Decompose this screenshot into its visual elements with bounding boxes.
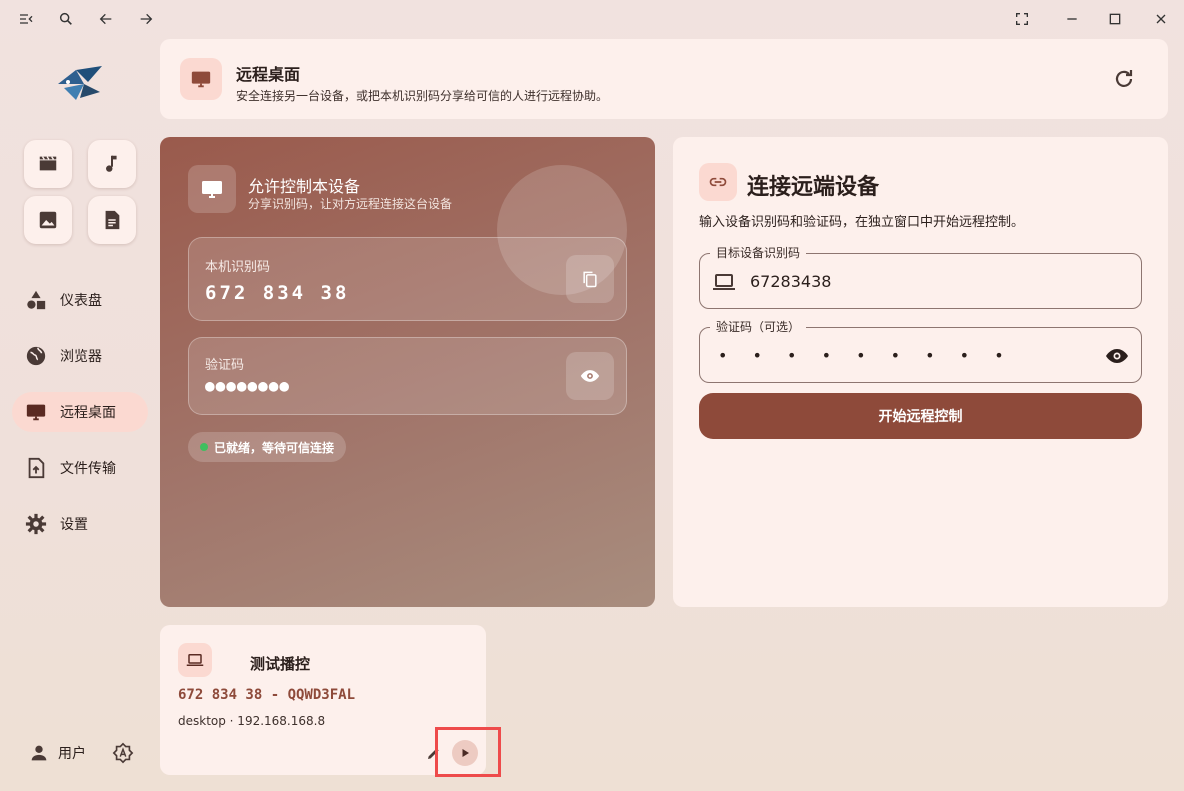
sidebar-item-label: 文件传输 bbox=[60, 461, 116, 477]
eye-icon[interactable] bbox=[1105, 344, 1129, 368]
highlight-box bbox=[435, 727, 501, 777]
globe-icon bbox=[26, 346, 46, 366]
status-text: 已就绪，等待可信连接 bbox=[214, 440, 335, 455]
monitor-icon bbox=[26, 404, 46, 421]
verify-code-label: 验证码（可选） bbox=[710, 319, 807, 335]
eye-icon bbox=[580, 370, 600, 382]
start-remote-control-button[interactable]: 开始远程控制 bbox=[699, 393, 1142, 439]
image-icon bbox=[39, 211, 57, 229]
device-meta: desktop · 192.168.168.8 bbox=[178, 714, 326, 728]
target-id-field[interactable]: 目标设备识别码 bbox=[699, 245, 1142, 309]
quick-music-button[interactable] bbox=[88, 140, 136, 188]
menu-collapse-icon[interactable] bbox=[14, 8, 38, 30]
refresh-icon[interactable] bbox=[1112, 67, 1136, 91]
connect-icon-box bbox=[699, 163, 737, 201]
sidebar: 仪表盘 浏览器 远程桌面 文件传输 设置 用户 bbox=[0, 38, 160, 791]
sidebar-item-label: 浏览器 bbox=[60, 349, 102, 365]
header-icon-box bbox=[180, 58, 222, 100]
local-id-value: 672 834 38 bbox=[205, 282, 350, 304]
quick-image-button[interactable] bbox=[24, 196, 72, 244]
file-upload-icon bbox=[28, 457, 45, 479]
allow-control-card: 允许控制本设备 分享识别码，让对方远程连接这台设备 本机识别码 672 834 … bbox=[160, 137, 655, 607]
status-dot bbox=[200, 443, 208, 451]
search-icon[interactable] bbox=[54, 8, 78, 30]
sidebar-item-remote-desktop[interactable]: 远程桌面 bbox=[12, 392, 148, 432]
connect-remote-card: 连接远端设备 输入设备识别码和验证码，在独立窗口中开始远程控制。 目标设备识别码… bbox=[673, 137, 1168, 607]
document-icon bbox=[105, 210, 120, 230]
title-bar bbox=[0, 0, 1184, 38]
monitor-icon bbox=[202, 181, 222, 198]
show-code-button[interactable] bbox=[566, 352, 614, 400]
local-id-label: 本机识别码 bbox=[205, 260, 271, 275]
minimize-icon[interactable] bbox=[1060, 8, 1084, 30]
local-code-field: 验证码 ●●●●●●●● bbox=[188, 337, 627, 415]
laptop-icon bbox=[186, 654, 204, 666]
device-code: 672 834 38 - QQWD3FAL bbox=[178, 687, 356, 703]
sidebar-item-label: 远程桌面 bbox=[60, 405, 116, 421]
link-icon bbox=[709, 177, 727, 187]
status-badge: 已就绪，等待可信连接 bbox=[188, 432, 347, 462]
video-icon bbox=[39, 156, 57, 171]
user-label: 用户 bbox=[58, 746, 86, 762]
sidebar-item-settings[interactable]: 设置 bbox=[12, 504, 148, 544]
device-icon-box bbox=[178, 643, 212, 677]
quick-video-button[interactable] bbox=[24, 140, 72, 188]
brightness-auto-icon bbox=[112, 742, 134, 764]
page-title: 远程桌面 bbox=[236, 65, 301, 84]
local-code-label: 验证码 bbox=[205, 358, 245, 373]
copy-icon bbox=[583, 271, 597, 288]
page-header: 远程桌面 安全连接另一台设备，或把本机识别码分享给可信的人进行远程协助。 bbox=[160, 39, 1168, 119]
close-icon[interactable] bbox=[1149, 8, 1173, 30]
local-code-value: ●●●●●●●● bbox=[205, 376, 291, 395]
sidebar-item-dashboard[interactable]: 仪表盘 bbox=[12, 280, 148, 320]
device-name: 测试播控 bbox=[250, 655, 311, 673]
sidebar-item-label: 设置 bbox=[60, 517, 88, 533]
connect-subtitle: 输入设备识别码和验证码，在独立窗口中开始远程控制。 bbox=[699, 215, 1025, 230]
user-button[interactable]: 用户 bbox=[28, 742, 86, 764]
person-icon bbox=[31, 745, 47, 761]
maximize-icon[interactable] bbox=[1103, 8, 1127, 30]
back-arrow-icon[interactable] bbox=[94, 8, 118, 30]
fullscreen-icon[interactable] bbox=[1010, 8, 1034, 30]
page-subtitle: 安全连接另一台设备，或把本机识别码分享给可信的人进行远程协助。 bbox=[236, 89, 609, 103]
allow-subtitle: 分享识别码，让对方远程连接这台设备 bbox=[248, 197, 453, 211]
app-logo bbox=[54, 62, 106, 104]
copy-button[interactable] bbox=[566, 255, 614, 303]
local-id-field: 本机识别码 672 834 38 bbox=[188, 237, 627, 321]
music-icon bbox=[106, 155, 117, 172]
target-id-input[interactable] bbox=[750, 254, 1090, 308]
sidebar-item-file-transfer[interactable]: 文件传输 bbox=[12, 448, 148, 488]
allow-title: 允许控制本设备 bbox=[248, 177, 361, 196]
sidebar-item-browser[interactable]: 浏览器 bbox=[12, 336, 148, 376]
allow-icon-box bbox=[188, 165, 236, 213]
connect-title: 连接远端设备 bbox=[747, 175, 880, 200]
theme-toggle-button[interactable] bbox=[112, 742, 134, 764]
sidebar-item-label: 仪表盘 bbox=[60, 293, 102, 309]
laptop-icon bbox=[713, 274, 735, 290]
verify-code-field[interactable]: 验证码（可选） • • • • • • • • • bbox=[699, 319, 1142, 383]
quick-document-button[interactable] bbox=[88, 196, 136, 244]
gear-icon bbox=[25, 513, 47, 535]
forward-arrow-icon[interactable] bbox=[134, 8, 158, 30]
verify-code-input[interactable]: • • • • • • • • • bbox=[718, 346, 1014, 365]
monitor-icon bbox=[191, 71, 211, 88]
dashboard-icon bbox=[27, 290, 46, 310]
